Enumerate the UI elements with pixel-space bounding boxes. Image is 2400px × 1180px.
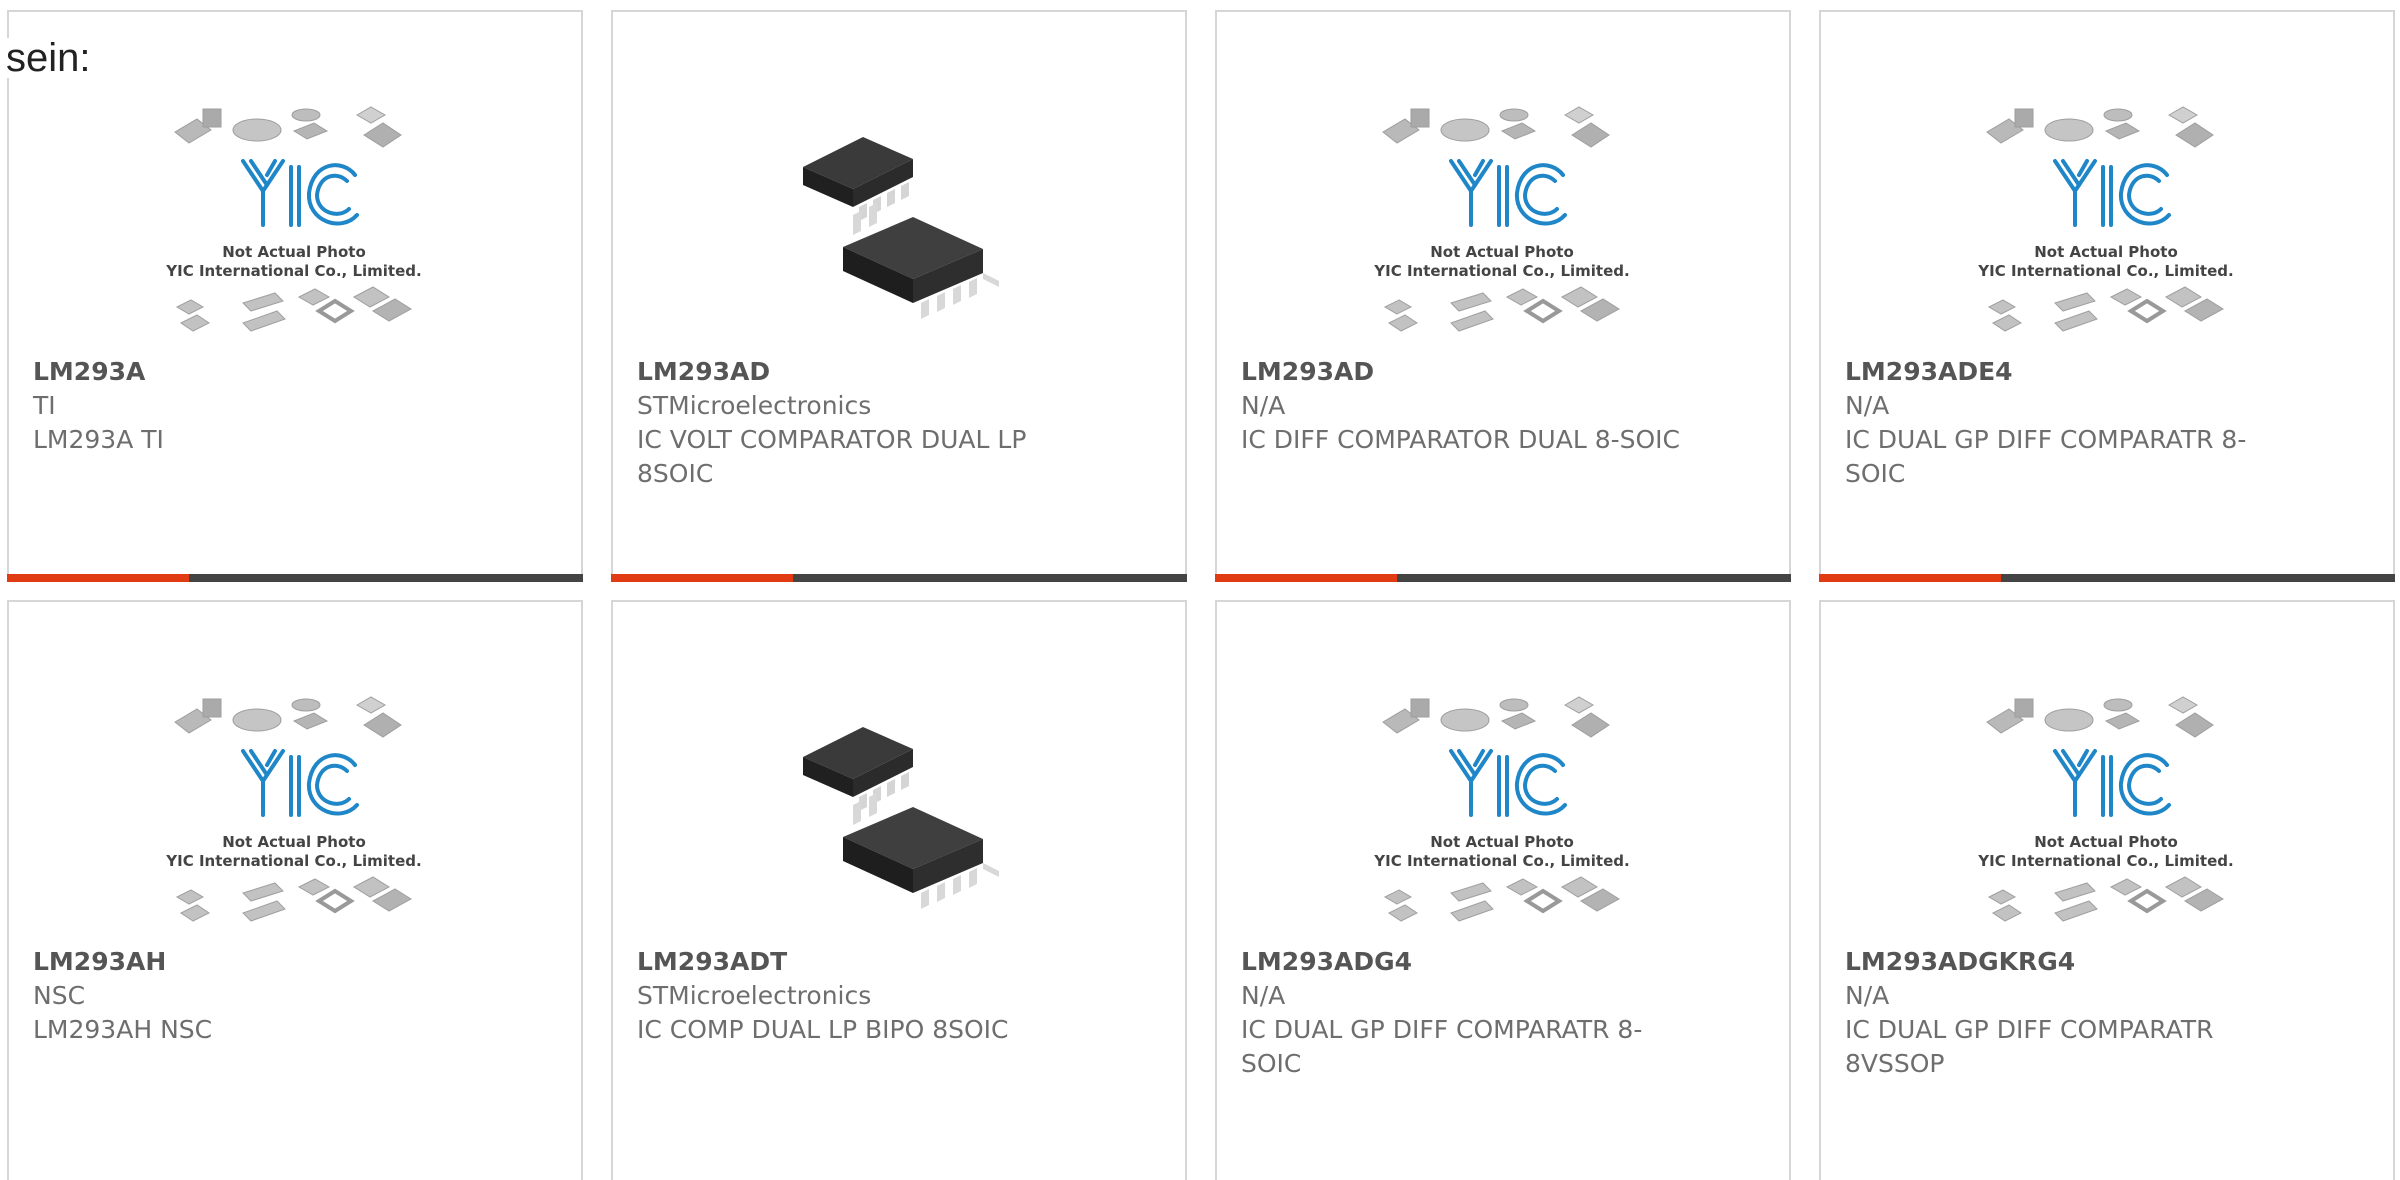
- manufacturer: TI: [33, 391, 56, 420]
- yic-logo-icon: Not Actual Photo YIC International Co., …: [165, 97, 422, 359]
- product-image-placeholder[interactable]: Not Actual Photo YIC International Co., …: [1971, 687, 2241, 949]
- description: IC DUAL GP DIFF COMPARATR 8-SOIC: [1845, 425, 2247, 488]
- soic8-chip-icon: [763, 97, 1033, 359]
- yic-logo-icon: Not Actual Photo YIC International Co., …: [1373, 687, 1630, 949]
- manufacturer: STMicroelectronics: [637, 391, 872, 420]
- placeholder-line2: YIC International Co., Limited.: [1373, 262, 1629, 280]
- placeholder-line2: YIC International Co., Limited.: [1977, 262, 2233, 280]
- part-number[interactable]: LM293AD: [1241, 355, 1701, 389]
- description: LM293AH NSC: [33, 1015, 213, 1044]
- part-number[interactable]: LM293A: [33, 355, 493, 389]
- product-card[interactable]: Not Actual Photo YIC International Co., …: [1819, 10, 2395, 582]
- product-image-placeholder[interactable]: Not Actual Photo YIC International Co., …: [1367, 97, 1637, 359]
- placeholder-line2: YIC International Co., Limited.: [165, 852, 421, 870]
- manufacturer: N/A: [1845, 981, 1890, 1010]
- intro-text: sein:: [6, 38, 95, 78]
- product-card[interactable]: LM293AD STMicroelectronics IC VOLT COMPA…: [611, 10, 1187, 582]
- part-number[interactable]: LM293AH: [33, 945, 493, 979]
- product-card[interactable]: Not Actual Photo YIC International Co., …: [1215, 600, 1791, 1180]
- product-image-placeholder[interactable]: Not Actual Photo YIC International Co., …: [159, 687, 429, 949]
- manufacturer: N/A: [1845, 391, 1890, 420]
- description: IC DIFF COMPARATOR DUAL 8-SOIC: [1241, 425, 1681, 454]
- product-image-placeholder[interactable]: Not Actual Photo YIC International Co., …: [1367, 687, 1637, 949]
- product-card[interactable]: LM293ADT STMicroelectronics IC COMP DUAL…: [611, 600, 1187, 1180]
- placeholder-line2: YIC International Co., Limited.: [1373, 852, 1629, 870]
- soic8-chip-icon: [763, 687, 1033, 949]
- description: LM293A TI: [33, 425, 164, 454]
- product-card[interactable]: Not Actual Photo YIC International Co., …: [7, 10, 583, 582]
- part-number[interactable]: LM293ADGKRG4: [1845, 945, 2305, 979]
- placeholder-line1: Not Actual Photo: [2034, 243, 2178, 261]
- description: IC DUAL GP DIFF COMPARATR 8VSSOP: [1845, 1015, 2214, 1078]
- product-image-chip[interactable]: [763, 687, 1033, 949]
- card-accent-bar: [1819, 574, 2395, 582]
- manufacturer: NSC: [33, 981, 86, 1010]
- card-accent-bar: [7, 574, 583, 582]
- description: IC COMP DUAL LP BIPO 8SOIC: [637, 1015, 1009, 1044]
- manufacturer: N/A: [1241, 391, 1286, 420]
- part-number[interactable]: LM293AD: [637, 355, 1097, 389]
- product-image-placeholder[interactable]: Not Actual Photo YIC International Co., …: [159, 97, 429, 359]
- placeholder-line1: Not Actual Photo: [2034, 833, 2178, 851]
- part-number[interactable]: LM293ADG4: [1241, 945, 1701, 979]
- placeholder-line1: Not Actual Photo: [1430, 833, 1574, 851]
- card-accent-bar: [611, 574, 1187, 582]
- yic-logo-icon: Not Actual Photo YIC International Co., …: [1977, 687, 2234, 949]
- description: IC VOLT COMPARATOR DUAL LP 8SOIC: [637, 425, 1027, 488]
- product-image-placeholder[interactable]: Not Actual Photo YIC International Co., …: [1971, 97, 2241, 359]
- part-number[interactable]: LM293ADE4: [1845, 355, 2305, 389]
- product-card[interactable]: Not Actual Photo YIC International Co., …: [7, 600, 583, 1180]
- manufacturer: N/A: [1241, 981, 1286, 1010]
- yic-logo-icon: Not Actual Photo YIC International Co., …: [165, 687, 422, 949]
- yic-logo-icon: Not Actual Photo YIC International Co., …: [1977, 97, 2234, 359]
- product-card[interactable]: Not Actual Photo YIC International Co., …: [1215, 10, 1791, 582]
- placeholder-line1: Not Actual Photo: [1430, 243, 1574, 261]
- product-card[interactable]: Not Actual Photo YIC International Co., …: [1819, 600, 2395, 1180]
- placeholder-line2: YIC International Co., Limited.: [1977, 852, 2233, 870]
- manufacturer: STMicroelectronics: [637, 981, 872, 1010]
- card-accent-bar: [1215, 574, 1791, 582]
- part-number[interactable]: LM293ADT: [637, 945, 1097, 979]
- placeholder-line2: YIC International Co., Limited.: [165, 262, 421, 280]
- placeholder-line1: Not Actual Photo: [222, 243, 366, 261]
- yic-logo-icon: Not Actual Photo YIC International Co., …: [1373, 97, 1630, 359]
- description: IC DUAL GP DIFF COMPARATR 8-SOIC: [1241, 1015, 1643, 1078]
- product-image-chip[interactable]: [763, 97, 1033, 359]
- product-grid: Not Actual Photo YIC International Co., …: [0, 0, 2400, 1180]
- placeholder-line1: Not Actual Photo: [222, 833, 366, 851]
